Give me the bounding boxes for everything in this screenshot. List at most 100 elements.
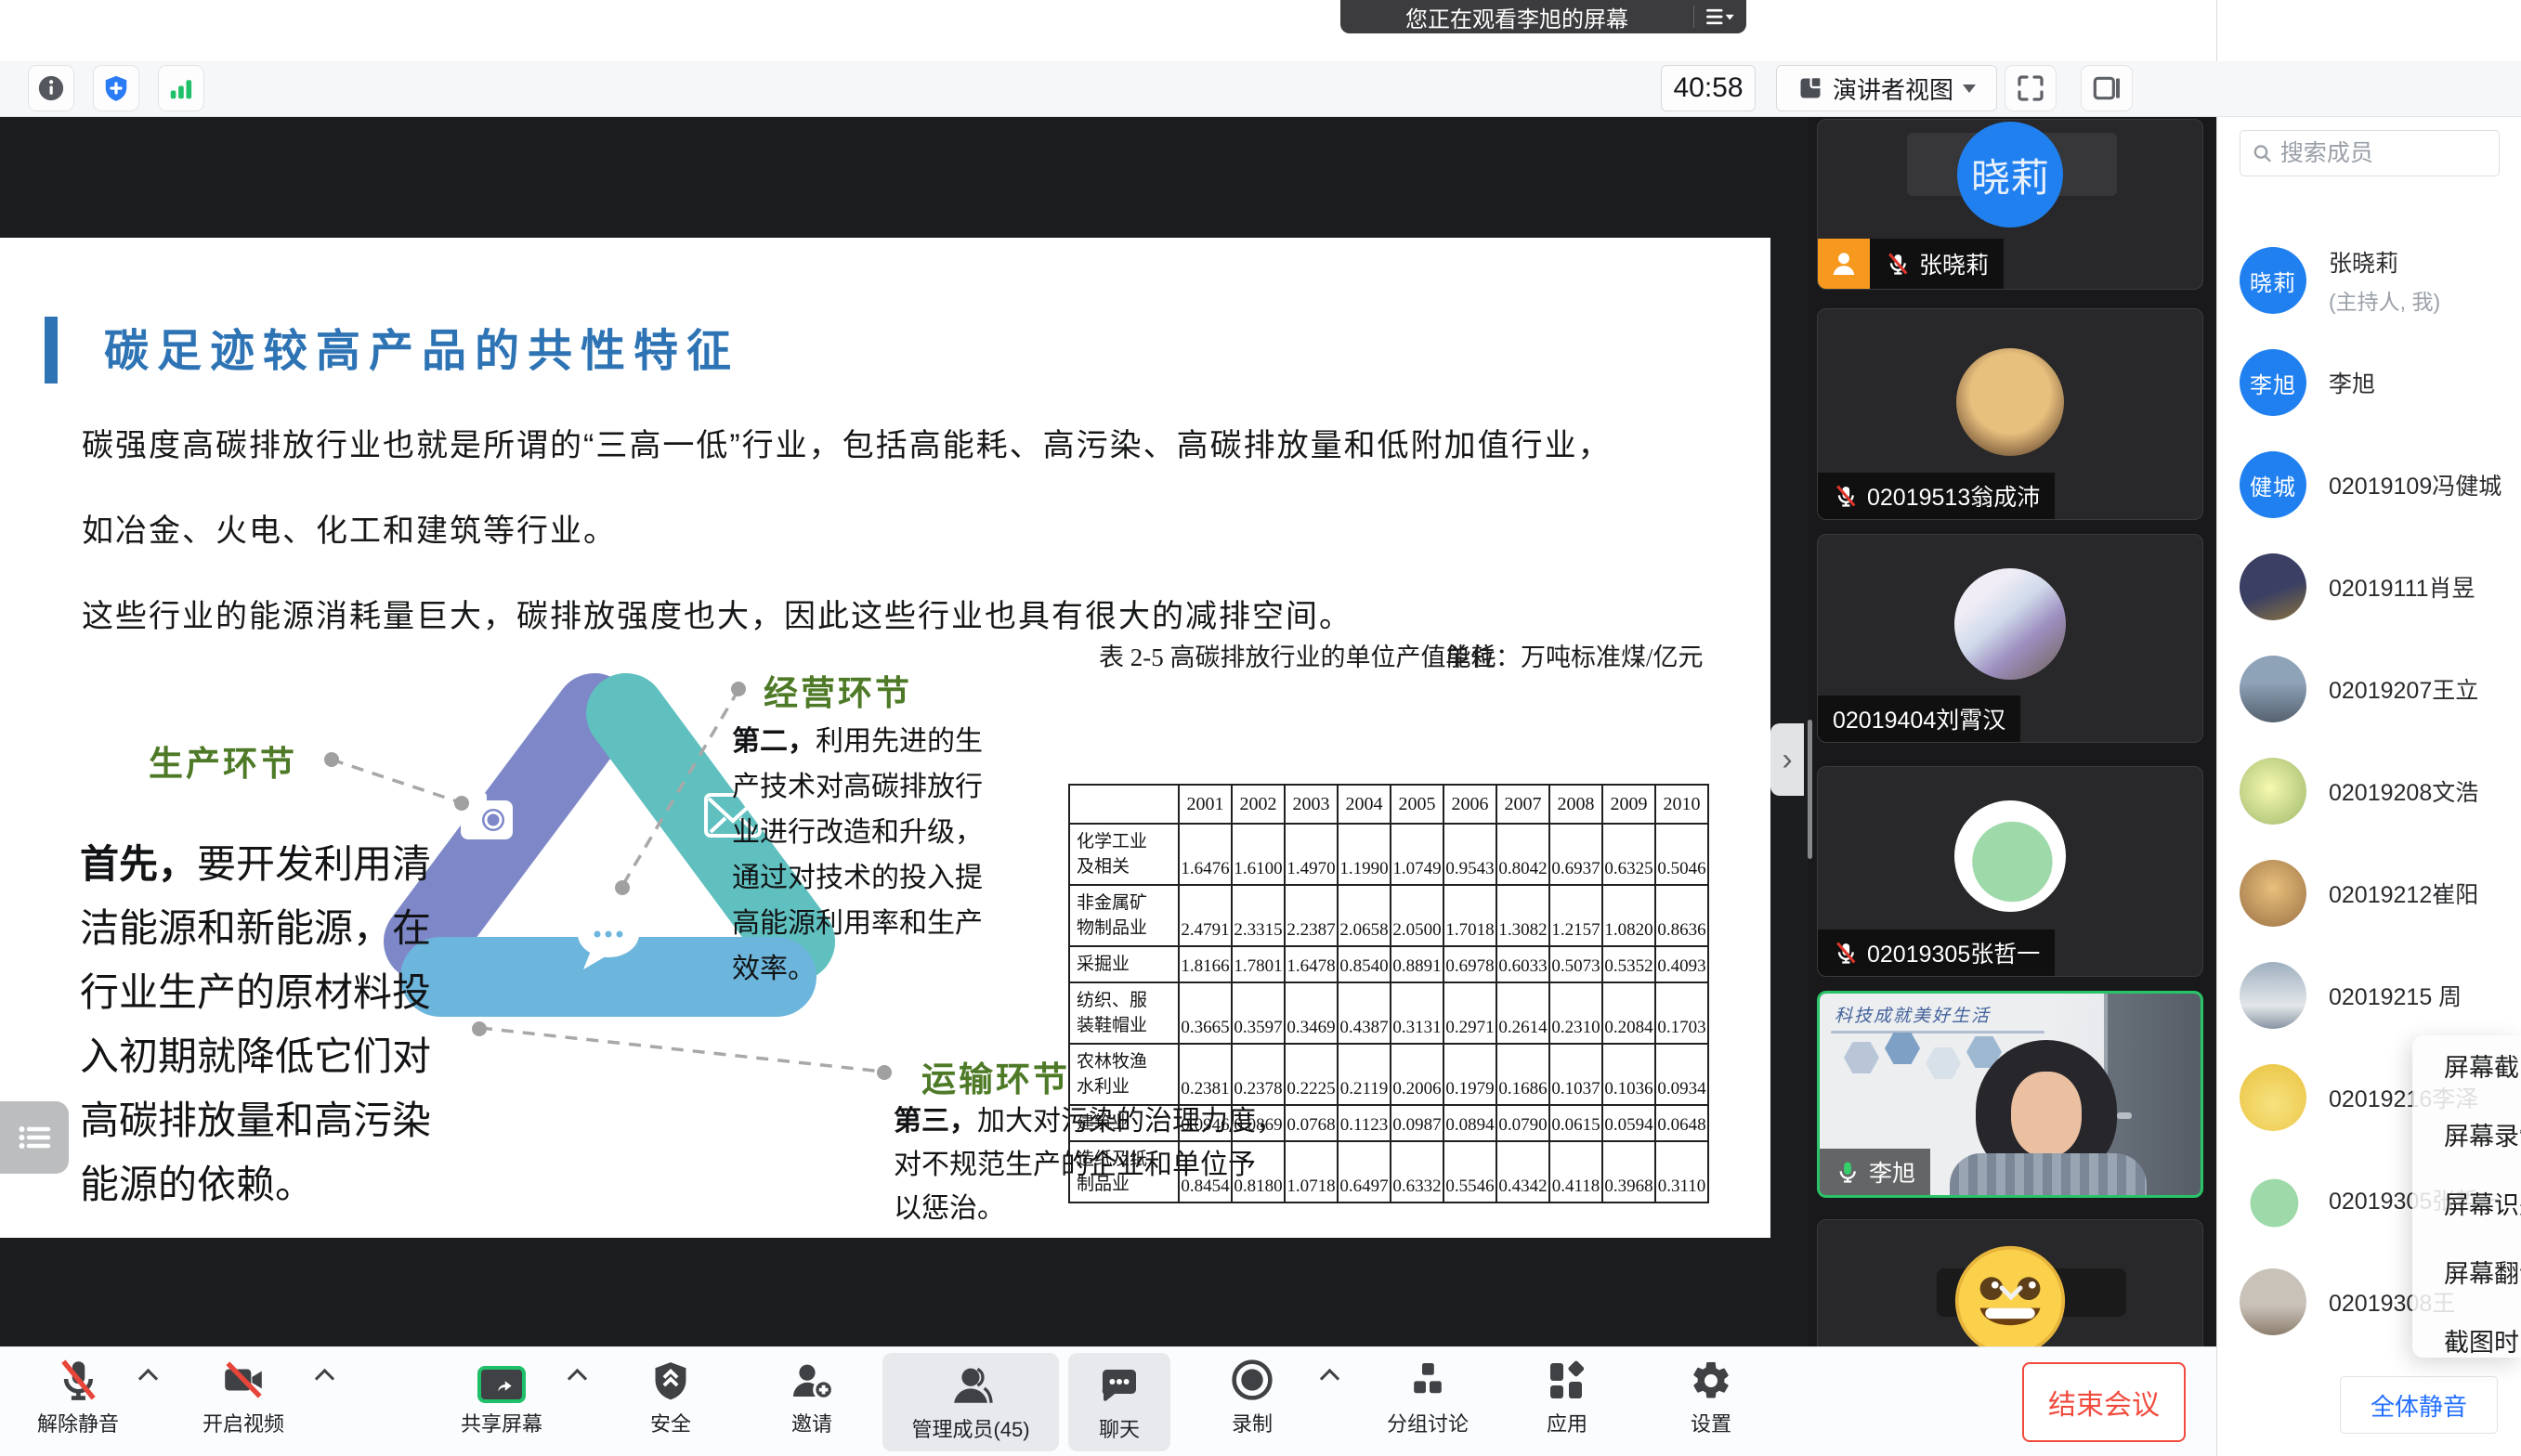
record-button[interactable]: 录制	[1196, 1353, 1308, 1437]
context-menu-item[interactable]: 屏幕截图	[2444, 1048, 2521, 1087]
label-operation: 经营环节	[764, 665, 912, 715]
video-tile-liuxiaohan[interactable]: 02019404刘霄汉	[1817, 534, 2203, 743]
fullscreen-icon	[2016, 73, 2045, 103]
camera-muted-icon	[220, 1357, 267, 1403]
avatar-photo	[2240, 656, 2306, 722]
video-tile-lixu-active[interactable]: 科技成就美好生活 李旭	[1817, 991, 2203, 1198]
member-row[interactable]: 晓莉 张晓莉 (主持人, 我)	[2240, 234, 2518, 327]
context-menu-item[interactable]: 屏幕翻译	[2444, 1254, 2521, 1294]
side-panel-toggle-button[interactable]	[2081, 65, 2133, 111]
meeting-info-button[interactable]	[28, 65, 74, 111]
row-label: 采掘业	[1069, 946, 1179, 982]
person-plus-icon	[790, 1358, 834, 1403]
share-screen-button[interactable]: 共享屏幕	[432, 1353, 571, 1437]
video-tile-partial[interactable]	[1817, 1219, 2203, 1346]
avatar: 健城	[2240, 451, 2306, 518]
info-icon	[37, 74, 65, 102]
list-dropdown-icon	[1705, 6, 1736, 28]
avatar: 晓莉	[1957, 122, 2063, 228]
avatar	[1956, 348, 2064, 456]
wall-hexagon	[1885, 1033, 1920, 1064]
settings-button[interactable]: 设置	[1655, 1353, 1767, 1437]
video-tile-zhangxiaoli[interactable]: 晓莉 张晓莉	[1817, 119, 2203, 290]
label-production: 生产环节	[149, 735, 297, 786]
list-icon	[15, 1121, 54, 1154]
chat-icon	[1097, 1364, 1142, 1409]
table-row: 采掘业 1.81661.7801 1.64780.8540 0.88910.69…	[1069, 946, 1708, 982]
label-transport: 运输环节	[921, 1051, 1070, 1101]
security-bar-button[interactable]: 安全	[615, 1353, 726, 1437]
member-role: (主持人, 我)	[2329, 284, 2518, 316]
shield-plus-icon	[102, 74, 130, 102]
member-row[interactable]: 02019111肖昱	[2240, 540, 2518, 633]
tile-name-label: 02019404刘霄汉	[1818, 696, 2020, 742]
member-search-input[interactable]	[2280, 140, 2488, 167]
year-cell: 2010	[1655, 785, 1708, 824]
signal-bars-icon	[167, 74, 195, 102]
shield-icon	[649, 1358, 692, 1403]
member-row[interactable]: 02019212崔阳	[2240, 847, 2518, 940]
view-mode-selector[interactable]: 演讲者视图	[1776, 65, 1997, 111]
table-row: 化学工业 及相关 1.64761.6100 1.49701.1990 1.074…	[1069, 824, 1708, 885]
invite-button[interactable]: 邀请	[756, 1353, 868, 1437]
tile-name-label: 张晓莉	[1870, 239, 2004, 289]
video-tile-zhangzheyi[interactable]: 02019305张哲一	[1817, 766, 2203, 977]
apps-button[interactable]: 应用	[1511, 1353, 1623, 1437]
row-label: 非金属矿 物制品业	[1069, 885, 1179, 946]
member-row[interactable]: 健城 02019109冯健城	[2240, 438, 2518, 531]
floating-list-button[interactable]	[0, 1101, 69, 1174]
member-row[interactable]: 02019208文浩	[2240, 745, 2518, 838]
start-video-button[interactable]: 开启视频	[174, 1353, 313, 1437]
table-corner-cell	[1069, 785, 1179, 824]
f​ullscreen-button[interactable]	[2005, 65, 2057, 111]
meeting-control-bar: 解除静音 开启视频 共享屏幕 安全 邀请 管理成员(45) 聊天 录制 分组讨论…	[0, 1346, 2521, 1456]
avatar-photo	[2240, 1064, 2306, 1131]
screen-capture-context-menu: 屏幕截图屏幕录制屏幕识别屏幕翻译截图时	[2412, 1035, 2521, 1358]
apps-icon	[1545, 1358, 1589, 1403]
breakout-rooms-button[interactable]: 分组讨论	[1358, 1353, 1497, 1437]
row-label: 建筑业	[1069, 1105, 1179, 1141]
chat-button[interactable]: 聊天	[1068, 1353, 1170, 1451]
avatar-photo	[2240, 758, 2306, 825]
network-status-button[interactable]	[158, 65, 204, 111]
year-cell: 2008	[1549, 785, 1602, 824]
video-options-caret[interactable]	[315, 1369, 334, 1388]
banner-options-button[interactable]	[1694, 6, 1746, 28]
record-options-caret[interactable]	[1320, 1369, 1339, 1388]
year-cell: 2003	[1285, 785, 1338, 824]
year-cell: 2009	[1602, 785, 1655, 824]
gear-icon	[1689, 1358, 1733, 1403]
mic-muted-icon	[1833, 940, 1859, 966]
member-row[interactable]: 李旭 李旭	[2240, 336, 2518, 429]
end-meeting-button[interactable]: 结束会议	[2022, 1362, 2186, 1442]
mute-all-button[interactable]: 全体静音	[2340, 1376, 2498, 1434]
members-icon	[947, 1362, 994, 1409]
unmute-button[interactable]: 解除静音	[8, 1353, 148, 1437]
filmstrip-collapse-handle[interactable]: ›	[1770, 723, 1804, 796]
video-tile-wengchengpei[interactable]: 02019513翁成沛	[1817, 308, 2203, 520]
avatar-photo	[2240, 1166, 2306, 1233]
manage-members-button[interactable]: 管理成员(45)	[882, 1353, 1059, 1451]
year-cell: 2007	[1496, 785, 1549, 824]
member-row[interactable]: 02019215 周	[2240, 949, 2518, 1042]
avatar: 李旭	[2240, 349, 2306, 416]
context-menu-item[interactable]: 截图时	[2444, 1323, 2521, 1362]
context-menu-item[interactable]: 屏幕识别	[2444, 1186, 2521, 1225]
table-row: 造纸及纸 制品业 0.84540.8180 1.07180.6497 0.633…	[1069, 1141, 1708, 1202]
year-cell: 2005	[1391, 785, 1443, 824]
avatar-photo	[2240, 860, 2306, 927]
table-header-row: 2001200220032004200520062007200820092010	[1069, 785, 1708, 824]
record-icon	[1229, 1357, 1275, 1403]
screen-watch-banner: 您正在观看李旭的屏幕	[1340, 0, 1746, 33]
filmstrip-scrollbar[interactable]	[1808, 720, 1812, 859]
row-label: 化学工业 及相关	[1069, 824, 1179, 885]
table-row: 纺织、服 装鞋帽业 0.36650.3597 0.34690.4387 0.31…	[1069, 982, 1708, 1044]
member-row[interactable]: 02019207王立	[2240, 643, 2518, 735]
context-menu-item[interactable]: 屏幕录制	[2444, 1117, 2521, 1156]
mic-speaking-icon	[1835, 1159, 1861, 1185]
mic-muted-icon	[1885, 251, 1911, 277]
security-button[interactable]	[93, 65, 139, 111]
energy-consumption-table: 2001200220032004200520062007200820092010…	[1068, 784, 1709, 1203]
person-body	[1950, 1153, 2147, 1198]
chevron-down-icon[interactable]	[1992, 1274, 2030, 1311]
